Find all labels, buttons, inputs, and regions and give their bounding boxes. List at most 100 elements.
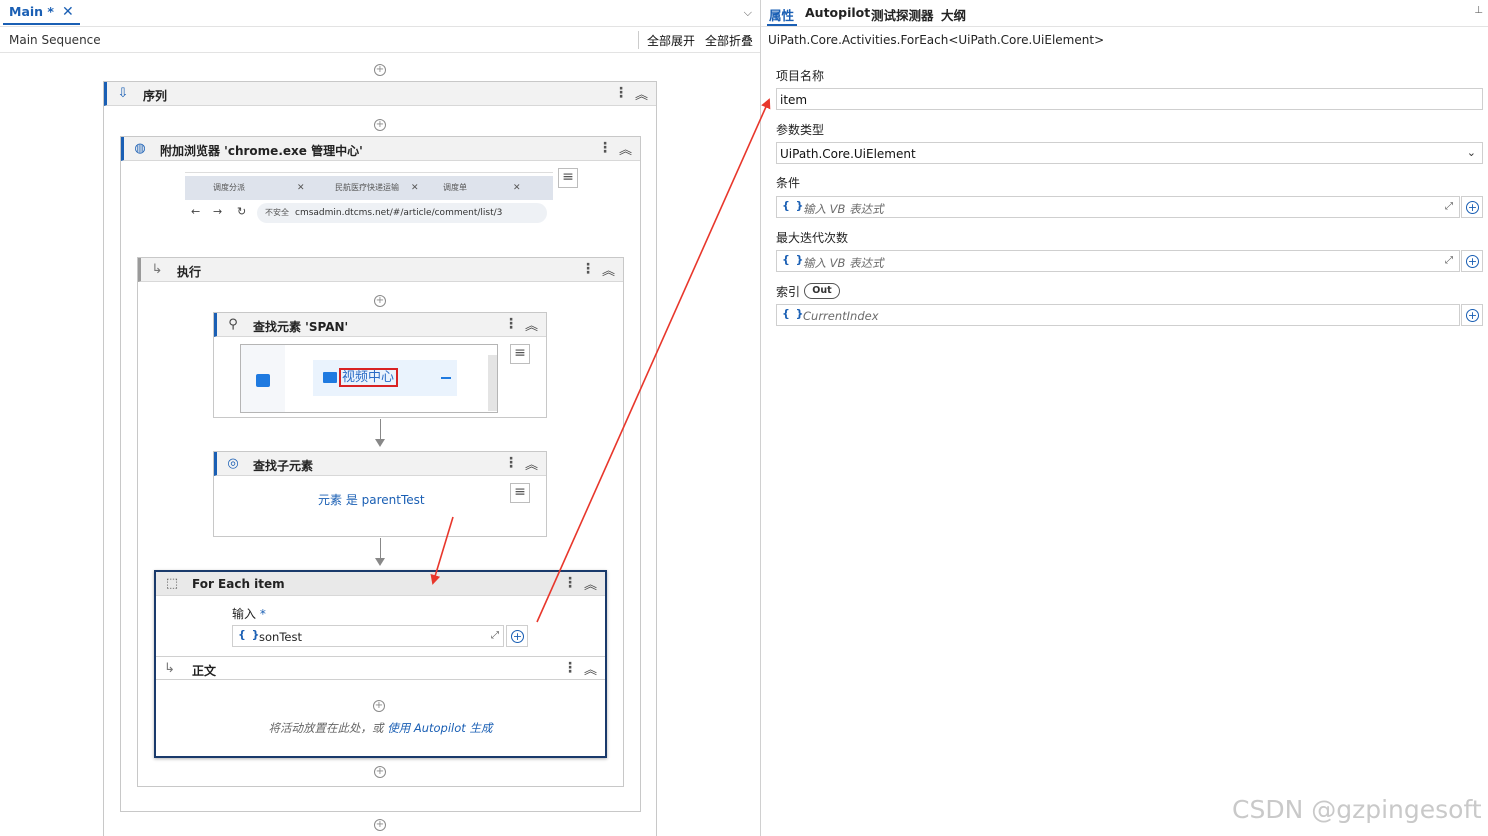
add-variable-button[interactable]: + — [1461, 304, 1483, 326]
drop-hint: 将活动放置在此处，或 使用 Autopilot 生成 — [156, 720, 605, 736]
plus-icon: + — [511, 630, 524, 643]
autopilot-link[interactable]: 使用 Autopilot 生成 — [387, 721, 492, 735]
flow-arrow-icon — [375, 558, 385, 566]
pin-icon[interactable]: ⊥ — [1474, 5, 1483, 16]
close-icon[interactable]: ✕ — [62, 4, 74, 20]
add-variable-button[interactable]: + — [506, 625, 528, 647]
tab-test-explorer[interactable]: 测试探测器 — [871, 5, 934, 24]
expand-editor-icon[interactable]: ⤢ — [1445, 201, 1453, 212]
item-name-field[interactable]: item — [776, 88, 1483, 110]
add-variable-button[interactable]: + — [1461, 250, 1483, 272]
expand-editor-icon[interactable]: ⤢ — [491, 630, 499, 641]
do-activity[interactable]: ↳ 执行 ⋮ ︽ + ⚲ 查找元素 'SPAN' ⋮ ︽ 视频中心 ≡ ◎ 查找… — [137, 257, 624, 787]
add-activity-icon[interactable]: + — [374, 819, 386, 831]
panel-tab-bar: 属性 Autopilot 测试探测器 大纲 ⊥ — [761, 0, 1488, 27]
body-arrow-icon: ↳ — [164, 661, 175, 676]
attach-browser-title: 附加浏览器 'chrome.exe 管理中心' — [160, 144, 363, 158]
attach-browser-activity[interactable]: ◍ 附加浏览器 'chrome.exe 管理中心' ⋮ ︽ 调度分派 ✕ 民航医… — [120, 136, 641, 812]
chevron-down-icon[interactable]: ⌄ — [1467, 146, 1476, 159]
add-activity-icon[interactable]: + — [374, 766, 386, 778]
find-children-activity[interactable]: ◎ 查找子元素 ⋮ ︽ 元素 是 parentTest ≡ — [213, 451, 547, 537]
find-children-header[interactable]: ◎ 查找子元素 ⋮ ︽ — [214, 452, 546, 476]
options-menu-button[interactable]: ≡ — [510, 483, 530, 503]
element-screenshot-thumbnail: 视频中心 — [240, 344, 498, 413]
required-mark: * — [259, 607, 266, 621]
plus-icon: + — [1466, 309, 1479, 322]
add-activity-icon[interactable]: + — [374, 295, 386, 307]
expand-editor-icon[interactable]: ⤢ — [1445, 255, 1453, 266]
condition-field[interactable]: { } 输入 VB 表达式 ⤢ — [776, 196, 1460, 218]
options-menu-button[interactable]: ≡ — [510, 344, 530, 364]
attach-browser-header[interactable]: ◍ 附加浏览器 'chrome.exe 管理中心' ⋮ ︽ — [121, 137, 640, 161]
add-activity-icon[interactable]: + — [374, 119, 386, 131]
for-each-header[interactable]: ⬚ For Each item ⋮ ︽ — [156, 572, 605, 596]
condition-placeholder: 输入 VB 表达式 — [803, 202, 884, 216]
document-tab-bar: Main * ✕ ⌵ — [0, 0, 760, 27]
thumb-app-icon — [256, 374, 270, 387]
thumb-tab: 调度分派 — [213, 183, 245, 192]
sequence-activity[interactable]: ⇩ 序列 ⋮ ︽ + ◍ 附加浏览器 'chrome.exe 管理中心' ⋮ ︽… — [103, 81, 657, 836]
find-element-activity[interactable]: ⚲ 查找元素 'SPAN' ⋮ ︽ 视频中心 ≡ — [213, 312, 547, 418]
collapse-icon[interactable]: ︽ — [584, 659, 597, 678]
for-each-activity[interactable]: ⬚ For Each item ⋮ ︽ 输入 * { } sonTest ⤢ + — [154, 570, 607, 758]
body-header[interactable]: ↳ 正文 ⋮ ︽ — [156, 656, 605, 680]
tab-autopilot[interactable]: Autopilot — [805, 5, 870, 20]
more-icon[interactable]: ⋮ — [504, 316, 518, 332]
folder-icon — [323, 372, 337, 383]
tab-properties[interactable]: 属性 — [769, 5, 794, 24]
browser-screenshot-thumbnail: 调度分派 ✕ 民航医疗快递运输 ✕ 调度单 ✕ ← → ↻ 不安全 cmsadmi… — [185, 172, 553, 236]
collapse-icon[interactable]: ︽ — [602, 260, 615, 279]
breadcrumb[interactable]: Main Sequence — [9, 33, 101, 47]
collapse-icon[interactable]: ︽ — [584, 574, 597, 593]
thumb-tab: 民航医疗快递运输 — [335, 183, 399, 192]
options-menu-button[interactable]: ≡ — [558, 168, 578, 188]
collapse-icon[interactable]: ︽ — [635, 84, 648, 103]
thumb-minus — [441, 377, 451, 379]
input-label-text: 输入 — [232, 607, 257, 621]
condition-label: 条件 — [776, 176, 801, 190]
thumb-close-icon: ✕ — [411, 183, 419, 193]
breadcrumb-bar: Main Sequence 全部展开 全部折叠 — [0, 27, 760, 53]
collapse-all-button[interactable]: 全部折叠 — [705, 32, 753, 49]
loop-icon: ⬚ — [165, 576, 179, 591]
index-field[interactable]: { } CurrentIndex — [776, 304, 1460, 326]
more-icon[interactable]: ⋮ — [581, 261, 595, 277]
max-iterations-label: 最大迭代次数 — [776, 231, 849, 245]
thumb-close-icon: ✕ — [513, 183, 521, 193]
find-element-header[interactable]: ⚲ 查找元素 'SPAN' ⋮ ︽ — [214, 313, 546, 337]
drop-hint-text: 将活动放置在此处，或 — [268, 721, 384, 735]
tab-main[interactable]: Main * ✕ — [3, 0, 80, 25]
find-children-summary[interactable]: 元素 是 parentTest — [318, 491, 425, 508]
expression-icon: { } — [782, 253, 805, 266]
more-icon[interactable]: ⋮ — [563, 660, 577, 676]
arg-type-select[interactable]: UiPath.Core.UiElement ⌄ — [776, 142, 1483, 164]
designer-canvas[interactable]: + ⇩ 序列 ⋮ ︽ + ◍ 附加浏览器 'chrome.exe 管理中心' ⋮… — [0, 53, 760, 836]
more-icon[interactable]: ⋮ — [563, 575, 577, 591]
do-header[interactable]: ↳ 执行 ⋮ ︽ — [138, 258, 623, 282]
expression-icon: { } — [782, 307, 805, 320]
sequence-header[interactable]: ⇩ 序列 ⋮ ︽ — [104, 82, 656, 106]
add-activity-icon[interactable]: + — [373, 700, 385, 712]
chevron-down-icon[interactable]: ⌵ — [744, 6, 752, 20]
out-direction-badge: Out — [804, 283, 840, 299]
flow-connector — [380, 538, 381, 558]
expression-icon: { } — [238, 628, 261, 641]
max-iterations-placeholder: 输入 VB 表达式 — [803, 256, 884, 270]
expand-all-button[interactable]: 全部展开 — [647, 32, 695, 49]
do-arrow-icon: ↳ — [151, 262, 163, 277]
tab-outline[interactable]: 大纲 — [941, 5, 966, 24]
sequence-title: 序列 — [143, 89, 168, 103]
thumb-tab-row: 调度分派 ✕ 民航医疗快递运输 ✕ 调度单 ✕ — [185, 176, 553, 200]
for-each-input-field[interactable]: { } sonTest ⤢ — [232, 625, 504, 647]
collapse-icon[interactable]: ︽ — [525, 454, 538, 473]
more-icon[interactable]: ⋮ — [504, 455, 518, 471]
add-variable-button[interactable]: + — [1461, 196, 1483, 218]
collapse-icon[interactable]: ︽ — [525, 315, 538, 334]
max-iterations-field[interactable]: { } 输入 VB 表达式 ⤢ — [776, 250, 1460, 272]
more-icon[interactable]: ⋮ — [598, 140, 612, 156]
thumb-target-element: 视频中心 — [339, 368, 398, 387]
more-icon[interactable]: ⋮ — [614, 85, 628, 101]
forward-icon: → — [213, 205, 223, 218]
add-activity-icon[interactable]: + — [374, 64, 386, 76]
collapse-icon[interactable]: ︽ — [619, 139, 632, 158]
